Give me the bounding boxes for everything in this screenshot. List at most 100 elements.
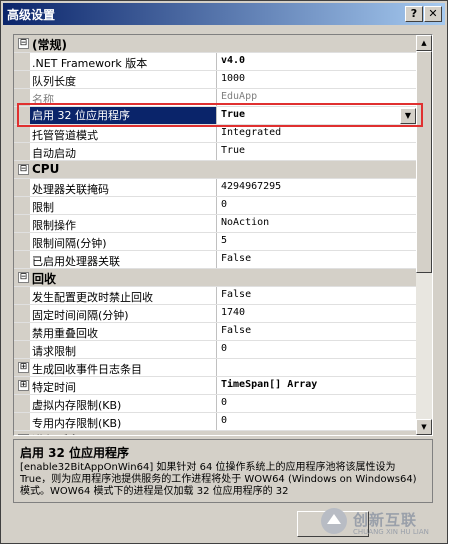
row-gutter: [14, 341, 30, 358]
property-row[interactable]: 虚拟内存限制(KB) 0: [14, 395, 416, 413]
property-row[interactable]: 托管管道模式 Integrated: [14, 125, 416, 143]
property-name: 请求限制: [32, 345, 76, 358]
help-button[interactable]: ?: [405, 6, 423, 22]
row-gutter: [14, 305, 30, 322]
category-row[interactable]: ⊟ 回收: [14, 269, 416, 287]
property-row[interactable]: 固定时间间隔(分钟) 1740: [14, 305, 416, 323]
property-value[interactable]: TimeSpan[] Array: [221, 379, 411, 390]
property-value[interactable]: False: [221, 289, 411, 300]
property-row[interactable]: .NET Framework 版本 v4.0: [14, 53, 416, 71]
collapse-icon[interactable]: ⊟: [18, 164, 29, 175]
column-divider: [216, 143, 217, 160]
property-value[interactable]: EduApp: [221, 91, 411, 102]
category-row[interactable]: ⊟ (常规): [14, 35, 416, 53]
property-name: 限制间隔(分钟): [32, 237, 107, 250]
row-gutter: [14, 251, 30, 268]
row-gutter: ⊞: [14, 377, 30, 394]
column-divider: [216, 251, 217, 268]
row-gutter: [14, 143, 30, 160]
property-name: 发生配置更改时禁止回收: [32, 291, 153, 304]
close-button[interactable]: ✕: [424, 6, 442, 22]
property-name: 启用 32 位应用程序: [30, 107, 216, 124]
property-row[interactable]: 禁用重叠回收 False: [14, 323, 416, 341]
category-row[interactable]: ⊟ CPU: [14, 161, 416, 179]
property-row[interactable]: 已启用处理器关联 False: [14, 251, 416, 269]
column-divider: [216, 377, 217, 394]
property-row[interactable]: 专用内存限制(KB) 0: [14, 413, 416, 431]
property-name: 队列长度: [32, 75, 76, 88]
category-label: CPU: [32, 162, 60, 176]
property-value[interactable]: NoAction: [221, 217, 411, 228]
column-divider: [216, 233, 217, 250]
column-divider: [216, 71, 217, 88]
property-row[interactable]: 处理器关联掩码 4294967295: [14, 179, 416, 197]
dropdown-arrow-icon[interactable]: ▼: [400, 108, 416, 124]
property-name: 固定时间间隔(分钟): [32, 309, 129, 322]
property-value[interactable]: 1000: [221, 73, 411, 84]
property-value[interactable]: 0: [221, 397, 411, 408]
advanced-settings-dialog: 高级设置 ? ✕ ⊟ (常规) .NET Framework 版本 v4.0 队列长度 1…: [0, 0, 448, 544]
property-row[interactable]: 请求限制 0: [14, 341, 416, 359]
column-divider: [216, 395, 217, 412]
property-value[interactable]: 1740: [221, 307, 411, 318]
property-row[interactable]: 发生配置更改时禁止回收 False: [14, 287, 416, 305]
property-row[interactable]: 限制间隔(分钟) 5: [14, 233, 416, 251]
row-gutter: [14, 197, 30, 214]
row-gutter: [14, 323, 30, 340]
collapse-icon[interactable]: ⊟: [18, 434, 29, 435]
property-grid: ⊟ (常规) .NET Framework 版本 v4.0 队列长度 1000 名称 EduA…: [13, 34, 433, 436]
property-row[interactable]: ⊞ 生成回收事件日志条目: [14, 359, 416, 377]
property-row-selected[interactable]: 启用 32 位应用程序 True ▼: [14, 107, 416, 125]
row-gutter: [14, 233, 30, 250]
property-row[interactable]: 名称 EduApp: [14, 89, 416, 107]
row-gutter: [14, 89, 30, 106]
dialog-title: 高级设置: [7, 8, 56, 22]
property-name: 禁用重叠回收: [32, 327, 98, 340]
description-panel: 启用 32 位应用程序 [enable32BitAppOnWin64] 如果针对…: [13, 439, 433, 503]
scroll-down-button[interactable]: ▼: [416, 419, 432, 435]
vertical-scrollbar[interactable]: ▲ ▼: [416, 35, 432, 435]
property-name: .NET Framework 版本: [32, 57, 148, 70]
property-value[interactable]: 0: [221, 199, 411, 210]
property-name: 虚拟内存限制(KB): [32, 399, 122, 412]
row-gutter: [14, 215, 30, 232]
scroll-thumb[interactable]: [416, 51, 432, 273]
column-divider: [216, 287, 217, 304]
description-text: [enable32BitAppOnWin64] 如果针对 64 位操作系统上的应…: [20, 462, 417, 497]
column-divider: [216, 341, 217, 358]
row-gutter: [14, 179, 30, 196]
category-row[interactable]: ⊟进程孤立: [14, 431, 416, 435]
property-row[interactable]: 限制 0: [14, 197, 416, 215]
column-divider: [216, 53, 217, 70]
collapse-icon[interactable]: ⊟: [18, 272, 29, 283]
property-value[interactable]: False: [221, 253, 411, 264]
property-value[interactable]: False: [221, 325, 411, 336]
property-name: 名称: [32, 93, 54, 106]
property-row[interactable]: 队列长度 1000: [14, 71, 416, 89]
row-gutter: [14, 413, 30, 430]
property-value[interactable]: Integrated: [221, 127, 411, 138]
row-gutter: [14, 287, 30, 304]
title-bar[interactable]: 高级设置 ? ✕: [3, 3, 445, 25]
property-value[interactable]: 5: [221, 235, 411, 246]
property-row[interactable]: 限制操作 NoAction: [14, 215, 416, 233]
property-value[interactable]: 0: [221, 415, 411, 426]
property-name: 限制操作: [32, 219, 76, 232]
column-divider: [216, 179, 217, 196]
property-value[interactable]: True: [221, 145, 411, 156]
property-value[interactable]: True: [221, 109, 411, 120]
expand-icon[interactable]: ⊞: [18, 380, 29, 391]
property-value[interactable]: 0: [221, 343, 411, 354]
property-row[interactable]: ⊞ 特定时间 TimeSpan[] Array: [14, 377, 416, 395]
property-name: 自动启动: [32, 147, 76, 160]
row-gutter: [14, 395, 30, 412]
column-divider: [216, 215, 217, 232]
watermark-text: 创新互联: [353, 511, 418, 529]
property-name: 处理器关联掩码: [32, 183, 109, 196]
expand-icon[interactable]: ⊞: [18, 362, 29, 373]
property-value[interactable]: v4.0: [221, 55, 411, 66]
property-row[interactable]: 自动启动 True: [14, 143, 416, 161]
scroll-up-button[interactable]: ▲: [416, 35, 432, 51]
collapse-icon[interactable]: ⊟: [18, 38, 29, 49]
property-value[interactable]: 4294967295: [221, 181, 411, 192]
